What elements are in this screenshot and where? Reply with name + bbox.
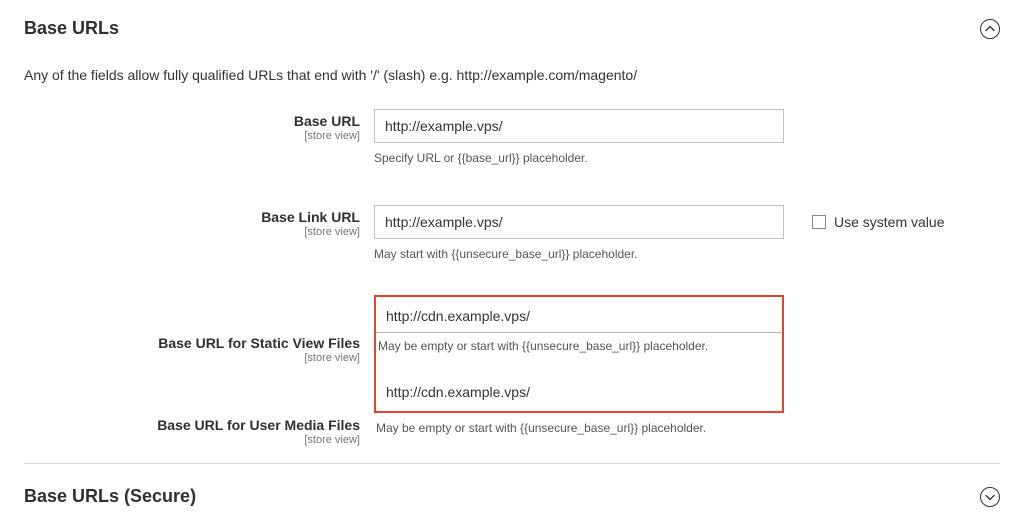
expand-section-button[interactable] [980,487,1000,507]
scope-label: [store view] [24,226,360,238]
label-base-url: Base URL [24,113,360,130]
label-base-link-url: Base Link URL [24,209,360,226]
base-link-url-input[interactable] [374,205,784,239]
chevron-up-icon [985,24,995,34]
scope-label: [store view] [24,434,360,446]
scope-label: [store view] [24,130,360,142]
base-url-input[interactable] [374,109,784,143]
label-static-view-files: Base URL for Static View Files [24,335,360,352]
use-system-value-checkbox[interactable] [812,215,826,229]
use-system-value-label: Use system value [834,214,944,230]
scope-label: [store view] [24,352,360,364]
user-media-files-input[interactable] [376,375,782,409]
static-view-files-hint: May be empty or start with {{unsecure_ba… [376,333,782,359]
section-title-base-urls-secure: Base URLs (Secure) [24,486,196,507]
collapse-section-button[interactable] [980,19,1000,39]
label-user-media-files: Base URL for User Media Files [24,417,360,434]
base-url-hint: Specify URL or {{base_url}} placeholder. [374,151,784,165]
cdn-highlight-box: May be empty or start with {{unsecure_ba… [374,295,784,413]
base-link-url-hint: May start with {{unsecure_base_url}} pla… [374,247,784,261]
chevron-down-icon [985,492,995,502]
static-view-files-input[interactable] [376,299,782,333]
section-title-base-urls: Base URLs [24,18,119,39]
section-description: Any of the fields allow fully qualified … [24,67,1000,83]
user-media-files-hint: May be empty or start with {{unsecure_ba… [376,421,786,435]
